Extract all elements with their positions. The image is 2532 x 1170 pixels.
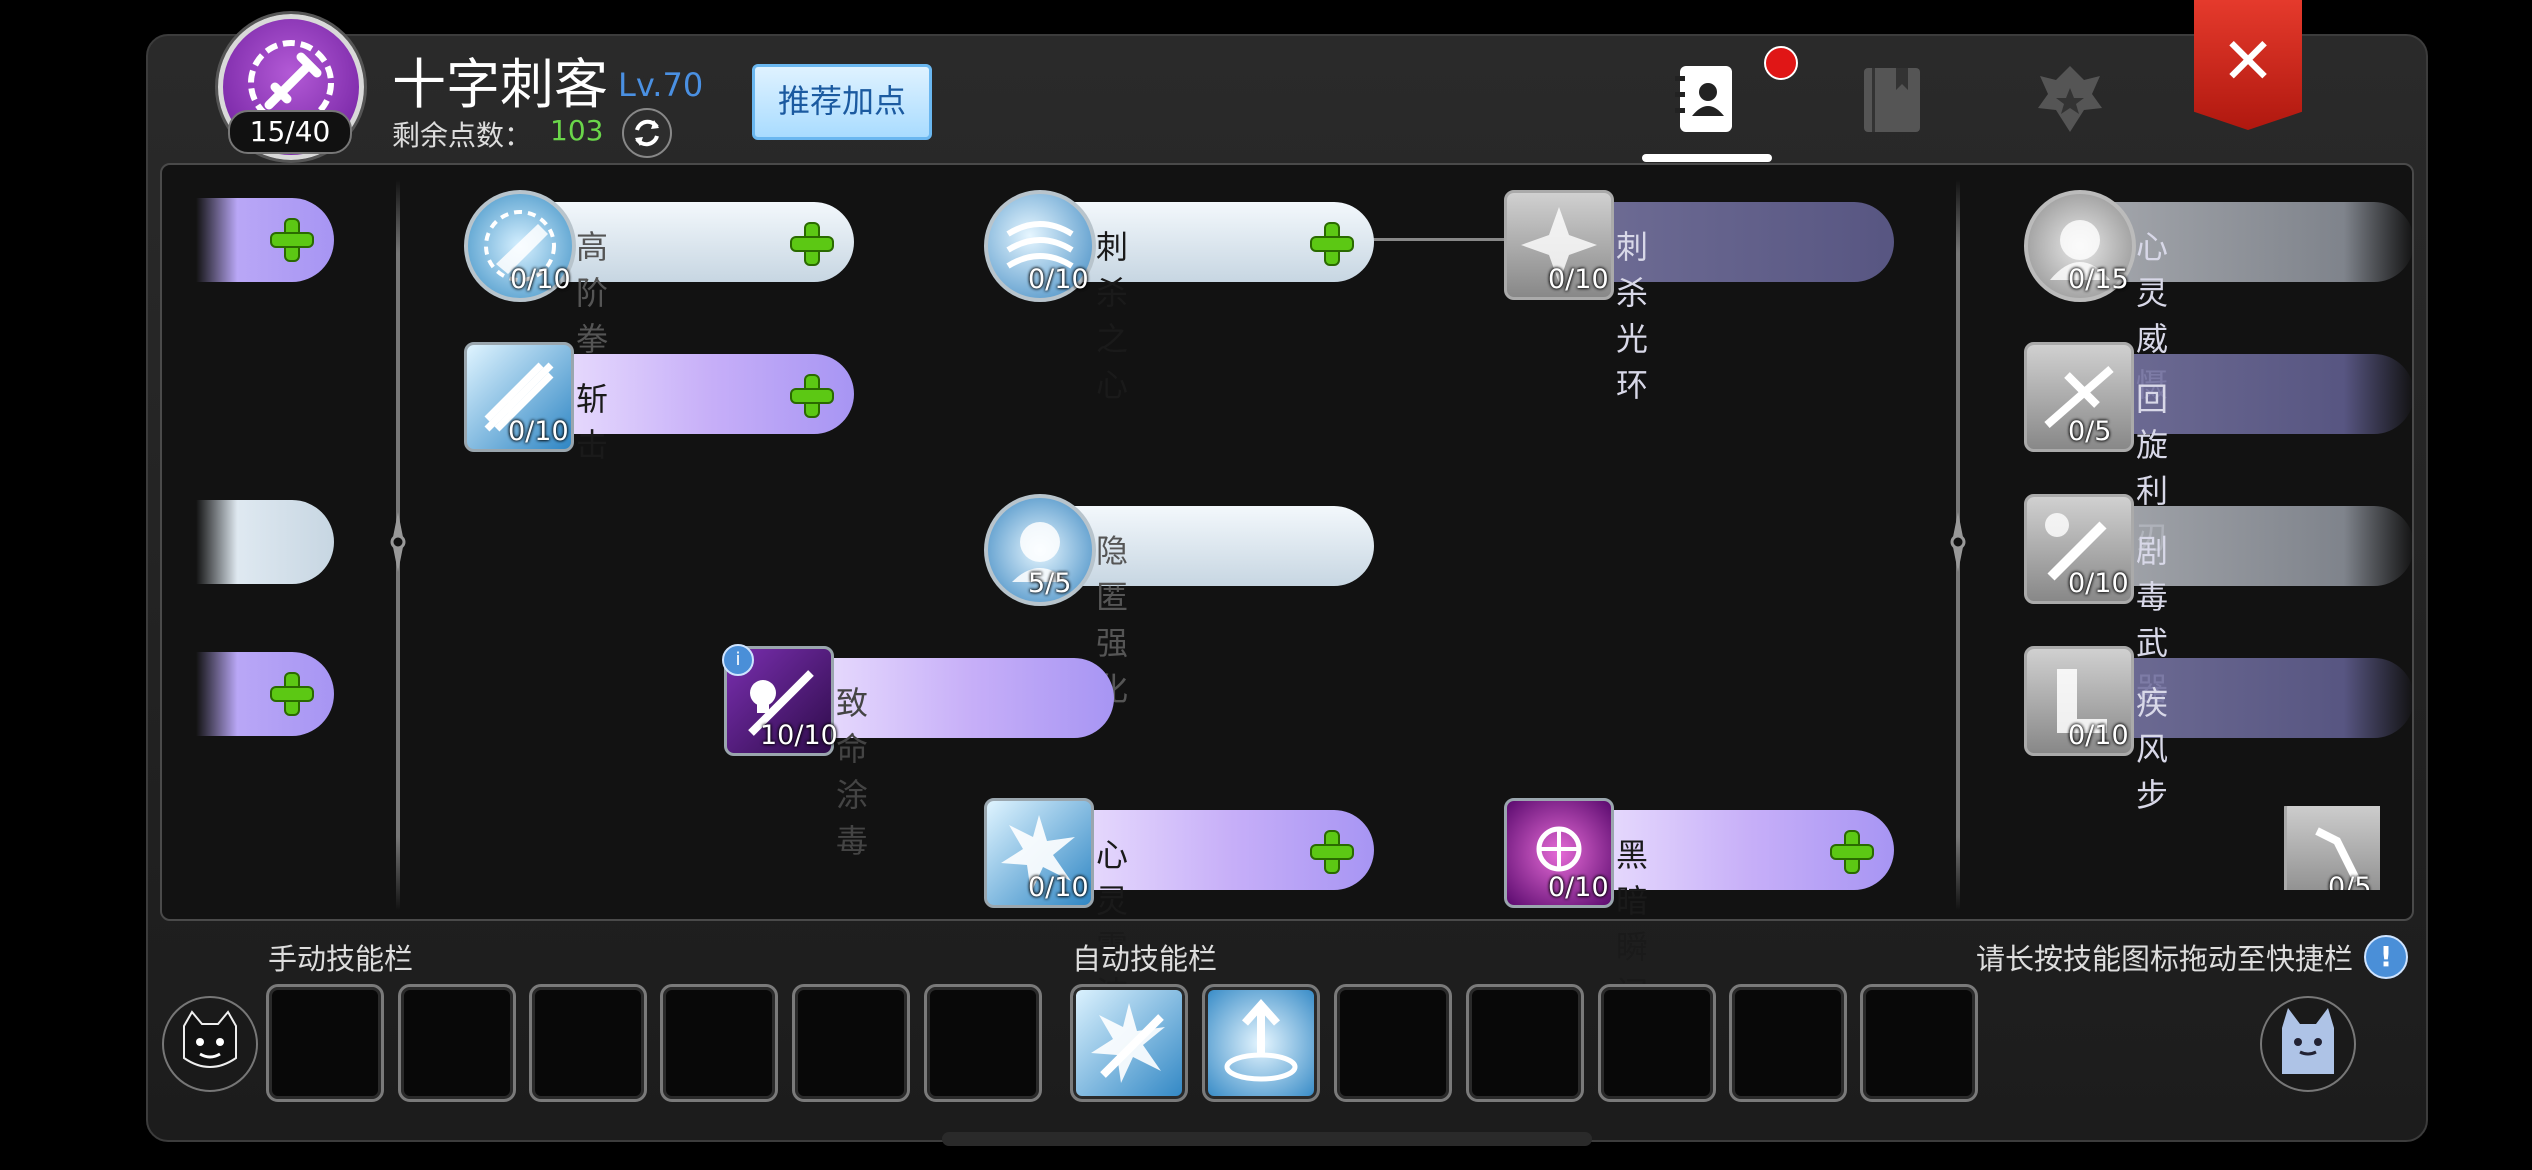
manual-skill-slot[interactable] [660, 984, 778, 1102]
divider-ornament-icon [390, 512, 406, 572]
manual-skill-slot[interactable] [792, 984, 910, 1102]
plus-icon[interactable] [1308, 828, 1356, 876]
manual-skill-slot[interactable] [924, 984, 1042, 1102]
class-level: Lv.70 [618, 66, 704, 104]
skill-name: 疾风步 [2136, 684, 2169, 814]
recommend-points-button[interactable]: 推荐加点 [752, 64, 932, 140]
auto-skill-slot-filled[interactable] [1202, 984, 1320, 1102]
divider-ornament-icon [1950, 512, 1966, 572]
close-button[interactable]: ✕ [2194, 0, 2302, 130]
auto-skill-slot[interactable] [1466, 984, 1584, 1102]
remaining-points-value: 103 [550, 114, 604, 147]
skill-link-line [1370, 238, 1510, 241]
notification-dot [1764, 46, 1798, 80]
skill-level: 0/10 [508, 416, 569, 447]
skill-level: 0/5 [2068, 416, 2112, 447]
refresh-icon [635, 119, 659, 147]
skill-level: 0/10 [1548, 264, 1609, 295]
info-icon[interactable]: ! [2364, 935, 2408, 979]
remaining-points-label: 剩余点数： [392, 119, 533, 152]
active-tab-indicator [1642, 154, 1772, 162]
skill-name: 刺杀之心 [1096, 228, 1129, 404]
skill-name: 斩击 [576, 380, 609, 464]
tab-rank[interactable] [2030, 60, 2110, 140]
profile-book-icon [1675, 66, 1732, 132]
plus-icon[interactable] [268, 670, 316, 718]
skill-level: 10/10 [760, 720, 838, 751]
plus-icon[interactable] [268, 216, 316, 264]
plus-icon[interactable] [1828, 828, 1876, 876]
drag-hint-text: 请长按技能图标拖动至快捷栏 [1976, 942, 2354, 976]
book-icon [1864, 68, 1920, 132]
skill-name: 刺杀光环 [1616, 228, 1649, 404]
manual-skill-slot[interactable] [398, 984, 516, 1102]
skill-level: 0/10 [1028, 264, 1089, 295]
class-name: 十字刺客 [392, 53, 608, 116]
manual-skill-bar-label: 手动技能栏 [268, 942, 414, 976]
auto-skill-slot-filled[interactable] [1070, 984, 1188, 1102]
manual-skill-slot[interactable] [529, 984, 647, 1102]
plus-icon[interactable] [1308, 220, 1356, 268]
mind-shockwave-skill-icon [1091, 1003, 1165, 1083]
skill-level: 0/10 [1028, 872, 1089, 903]
auto-bar-cat-avatar-icon[interactable] [2260, 996, 2356, 1092]
plus-icon[interactable] [788, 372, 836, 420]
next-page-skill-node[interactable]: 0/5 [2284, 806, 2380, 890]
manual-skill-slot[interactable] [266, 984, 384, 1102]
skill-level: 0/15 [2068, 264, 2129, 295]
skill-level: 0/10 [1548, 872, 1609, 903]
manual-bar-cat-avatar-icon[interactable] [162, 996, 258, 1092]
skill-level: 0/5 [2328, 872, 2372, 890]
reset-points-button[interactable] [622, 108, 672, 158]
prev-page-skill-stub[interactable] [196, 500, 334, 584]
skill-level: 5/5 [1028, 568, 1072, 599]
tab-book[interactable] [1852, 60, 1932, 140]
auto-skill-slot[interactable] [1334, 984, 1452, 1102]
rank-emblem-icon [2038, 66, 2102, 132]
auto-skill-slot[interactable] [1598, 984, 1716, 1102]
skill-name: 致命涂毒 [836, 684, 869, 860]
tab-profile[interactable] [1666, 60, 1746, 140]
auto-skill-slot[interactable] [1729, 984, 1847, 1102]
stealth-boost-skill-icon [1224, 998, 1298, 1082]
plus-icon[interactable] [788, 220, 836, 268]
skill-level: 0/10 [2068, 568, 2129, 599]
skill-level: 0/10 [510, 264, 571, 295]
auto-skill-slot[interactable] [1860, 984, 1978, 1102]
info-badge-icon[interactable]: i [722, 644, 754, 676]
class-point-counter: 15/40 [228, 110, 352, 154]
skill-level: 0/10 [2068, 720, 2129, 751]
close-icon: ✕ [2221, 25, 2275, 99]
home-indicator [942, 1132, 1592, 1146]
auto-skill-bar-label: 自动技能栏 [1072, 942, 1218, 976]
